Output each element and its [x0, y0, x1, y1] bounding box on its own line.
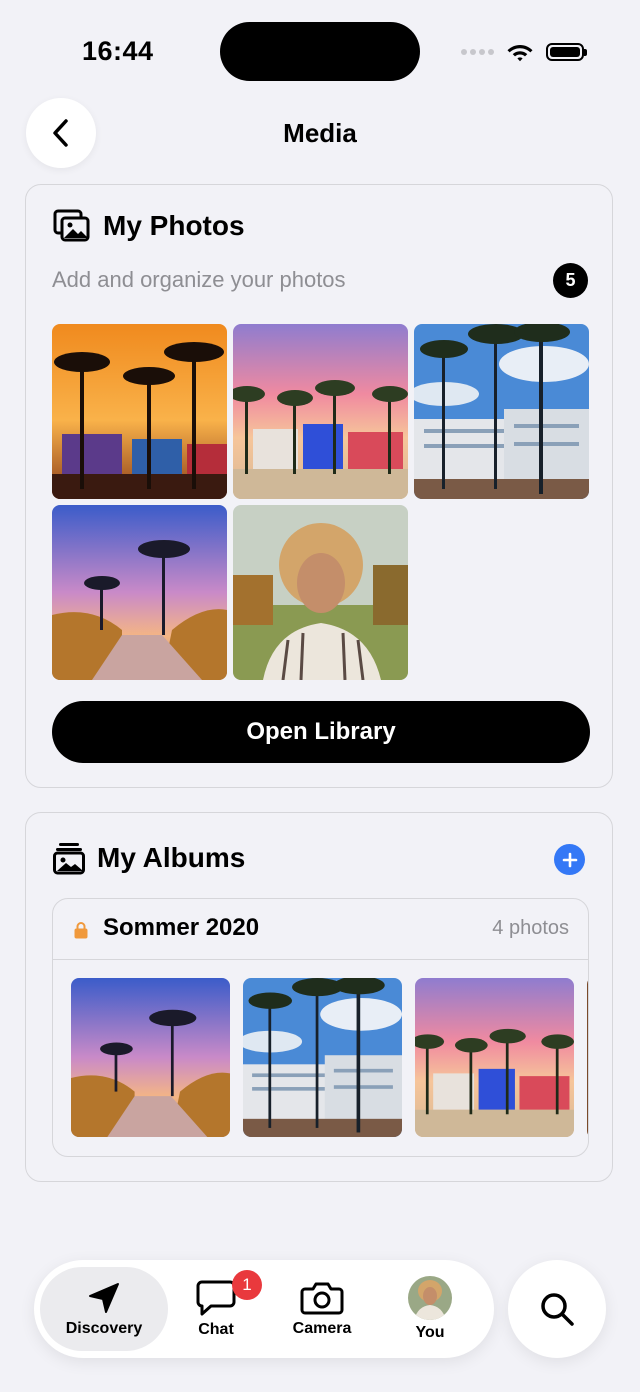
tab-label: You — [415, 1324, 445, 1341]
my-photos-title: My Photos — [103, 210, 245, 241]
battery-icon — [546, 43, 587, 61]
open-library-button[interactable]: Open Library — [52, 701, 590, 763]
photo-stack-icon — [53, 209, 90, 242]
tab-you[interactable]: You — [390, 1260, 470, 1358]
photo-thumbnail[interactable] — [233, 324, 408, 499]
photo-thumbnail[interactable] — [414, 324, 589, 499]
plus-icon — [562, 852, 577, 867]
my-photos-card: My Photos Add and organize your photos 5 — [25, 184, 613, 788]
my-albums-title: My Albums — [97, 842, 246, 873]
tab-discovery[interactable]: Discovery — [40, 1260, 168, 1358]
dynamic-island — [220, 22, 420, 81]
album-photo-count: 4 photos — [492, 917, 569, 939]
page-title: Media — [283, 118, 357, 148]
tab-label: Camera — [292, 1320, 352, 1337]
photo-thumbnail[interactable] — [52, 505, 227, 680]
tab-label: Chat — [198, 1321, 234, 1338]
tab-bar: Discovery Chat 1 Camera You — [34, 1260, 494, 1358]
status-time: 16:44 — [82, 36, 154, 66]
tab-label: Discovery — [65, 1320, 143, 1337]
status-bar: 16:44 — [0, 0, 640, 100]
album-name: Sommer 2020 — [103, 914, 260, 941]
album-thumbnail-strip[interactable] — [71, 978, 588, 1138]
album-thumbnail[interactable] — [415, 978, 574, 1137]
my-albums-card: My Albums Sommer 2020 4 photos — [25, 812, 613, 1182]
album-item[interactable]: Sommer 2020 4 photos — [52, 898, 589, 1157]
navigation-arrow-icon — [89, 1283, 119, 1313]
tab-camera[interactable]: Camera — [278, 1260, 366, 1358]
photo-thumbnail[interactable] — [52, 324, 227, 499]
photo-count-badge: 5 — [553, 263, 588, 298]
add-album-button[interactable] — [554, 844, 585, 875]
album-thumbnail-partial[interactable] — [587, 978, 588, 1137]
avatar — [408, 1276, 452, 1320]
photo-thumbnail[interactable] — [233, 505, 408, 680]
signal-dots-icon — [461, 49, 494, 55]
my-photos-header: My Photos — [53, 209, 245, 243]
status-icons — [461, 38, 587, 66]
lock-icon — [74, 922, 88, 939]
chat-bubble-icon — [196, 1280, 236, 1316]
chat-unread-badge: 1 — [232, 1270, 262, 1300]
camera-icon — [300, 1282, 344, 1315]
my-photos-subtitle: Add and organize your photos — [52, 267, 346, 292]
my-albums-header: My Albums — [53, 841, 245, 875]
album-header: Sommer 2020 4 photos — [53, 899, 588, 960]
albums-icon — [53, 843, 85, 875]
wifi-icon — [507, 45, 533, 62]
album-thumbnail[interactable] — [243, 978, 402, 1137]
search-icon — [541, 1293, 574, 1326]
album-thumbnail[interactable] — [71, 978, 230, 1137]
search-button[interactable] — [508, 1260, 606, 1358]
nav-bar: Media — [0, 98, 640, 170]
